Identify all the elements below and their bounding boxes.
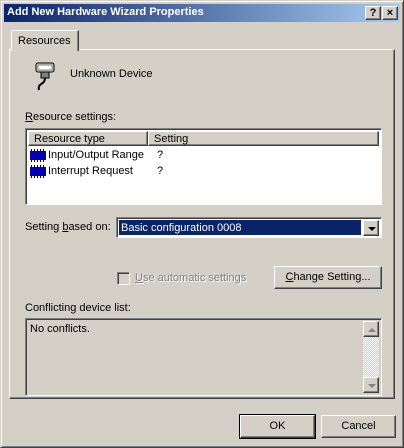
- conflicting-device-list-label: Conflicting device list:: [25, 302, 131, 314]
- resource-settings-label: Resource settings:: [25, 111, 117, 123]
- resource-setting: ?: [157, 149, 164, 161]
- properties-dialog: Add New Hardware Wizard Properties ? × R…: [0, 0, 404, 448]
- scroll-up-button[interactable]: [363, 321, 379, 337]
- column-header-setting[interactable]: Setting: [148, 131, 379, 146]
- list-item[interactable]: Interrupt Request ?: [30, 164, 330, 180]
- scroll-down-button[interactable]: [363, 377, 379, 393]
- vertical-scrollbar[interactable]: [363, 321, 379, 393]
- chevron-down-icon: [368, 384, 376, 388]
- tab-resources[interactable]: Resources: [11, 30, 79, 51]
- title-bar[interactable]: Add New Hardware Wizard Properties ? ×: [4, 4, 400, 22]
- resource-setting: ?: [157, 165, 164, 177]
- list-item[interactable]: Input/Output Range ?: [30, 148, 330, 164]
- change-setting-button[interactable]: Change Setting...: [274, 266, 382, 289]
- ok-button[interactable]: OK: [239, 414, 316, 439]
- resource-list[interactable]: Resource type Setting Input/Output Range…: [25, 128, 382, 205]
- tab-resources-label: Resources: [18, 35, 71, 47]
- conflicting-device-list[interactable]: No conflicts.: [25, 318, 382, 396]
- device-name: Unknown Device: [70, 68, 153, 80]
- column-header-resource-type[interactable]: Resource type: [28, 131, 148, 146]
- close-button[interactable]: ×: [382, 6, 398, 20]
- dropdown-button[interactable]: [363, 220, 379, 236]
- setting-based-on-label: Setting based on:: [25, 221, 111, 233]
- selected-configuration: Basic configuration 0008: [119, 220, 361, 235]
- list-header: Resource type Setting: [28, 131, 379, 146]
- use-automatic-settings-label: Use automatic settings: [135, 272, 247, 284]
- resource-type: Input/Output Range: [48, 149, 145, 161]
- help-button[interactable]: ?: [365, 6, 381, 20]
- cancel-button[interactable]: Cancel: [321, 415, 396, 438]
- serial-connector-icon: [31, 61, 59, 93]
- resource-type: Interrupt Request: [48, 165, 133, 177]
- chip-icon: [30, 165, 46, 178]
- chevron-down-icon: [368, 227, 376, 231]
- window-title: Add New Hardware Wizard Properties: [7, 6, 204, 18]
- use-automatic-settings-checkbox[interactable]: [117, 272, 130, 285]
- setting-based-on-dropdown[interactable]: Basic configuration 0008: [116, 217, 382, 238]
- chip-icon: [30, 149, 46, 162]
- conflict-text: No conflicts.: [30, 323, 90, 335]
- chevron-up-icon: [368, 328, 376, 332]
